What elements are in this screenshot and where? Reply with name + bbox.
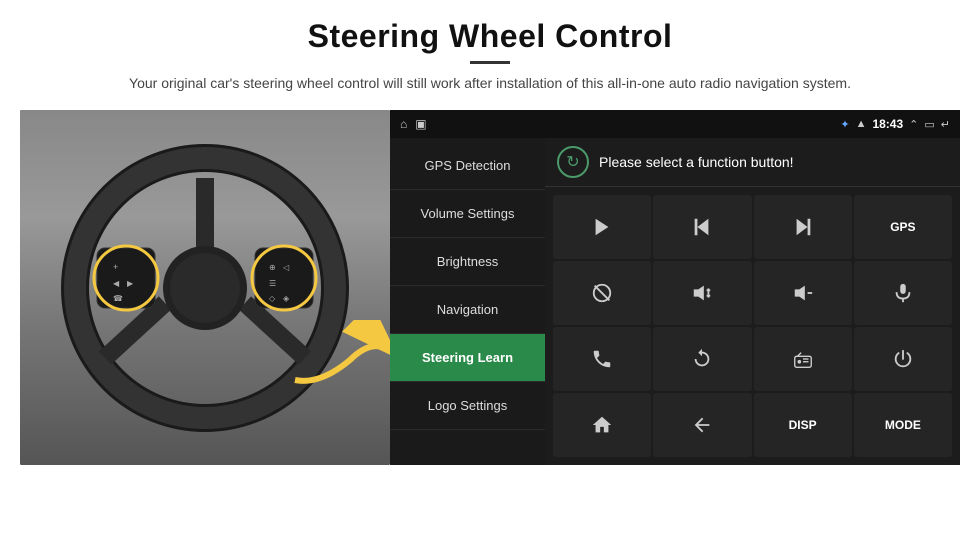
svg-text:☰: ☰ — [269, 279, 276, 288]
svg-text:◈: ◈ — [283, 294, 290, 303]
status-bar: ⌂ ▣ ✦ ▲ 18:43 ⌃ ▭ ↵ — [390, 110, 960, 138]
back-icon: ↵ — [941, 118, 950, 131]
svg-text:◁: ◁ — [283, 263, 290, 272]
rotate-button[interactable] — [653, 327, 751, 391]
screen-content: GPS DetectionVolume SettingsBrightnessNa… — [390, 138, 960, 465]
status-right: ✦ ▲ 18:43 ⌃ ▭ ↵ — [840, 117, 950, 131]
menu-item-steering-learn[interactable]: Steering Learn — [390, 334, 545, 382]
refresh-icon: ↻ — [557, 146, 589, 178]
title-divider — [470, 61, 510, 64]
mute-button[interactable] — [553, 261, 651, 325]
arrow-svg — [290, 320, 390, 400]
gps-button[interactable]: GPS — [854, 195, 952, 259]
function-header: ↻ Please select a function button! — [545, 138, 960, 187]
mode-button[interactable]: MODE — [854, 393, 952, 457]
home-button[interactable] — [553, 393, 651, 457]
mic-button[interactable] — [854, 261, 952, 325]
battery-icon: ▭ — [924, 118, 934, 131]
menu-item-navigation[interactable]: Navigation — [390, 286, 545, 334]
prev-button[interactable] — [653, 195, 751, 259]
svg-text:◀: ◀ — [113, 279, 120, 288]
main-image-area: + ◀ ▶ ☎ ⊕ ◁ ☰ ◇ ◈ — [20, 110, 960, 465]
arrow-container — [290, 320, 390, 405]
vol-up-button[interactable] — [653, 261, 751, 325]
status-time: 18:43 — [872, 117, 903, 131]
signal-icon: ▲ — [856, 118, 867, 130]
menu-item-logo-settings[interactable]: Logo Settings — [390, 382, 545, 430]
subtitle: Your original car's steering wheel contr… — [129, 72, 851, 94]
menu-item-volume-settings[interactable]: Volume Settings — [390, 190, 545, 238]
steering-wheel-bg: + ◀ ▶ ☎ ⊕ ◁ ☰ ◇ ◈ — [20, 110, 390, 465]
radio-button[interactable] — [754, 327, 852, 391]
page-title: Steering Wheel Control — [129, 18, 851, 55]
home-status-icon: ⌂ — [400, 117, 407, 131]
screen-panel: ⌂ ▣ ✦ ▲ 18:43 ⌃ ▭ ↵ GPS DetectionVolume … — [390, 110, 960, 465]
menu-item-brightness[interactable]: Brightness — [390, 238, 545, 286]
phone-button[interactable] — [553, 327, 651, 391]
image-status-icon: ▣ — [415, 117, 426, 131]
function-grid: GPS — [545, 187, 960, 465]
bluetooth-icon: ✦ — [840, 118, 849, 131]
next-button[interactable] — [754, 195, 852, 259]
play-button[interactable] — [553, 195, 651, 259]
power-button[interactable] — [854, 327, 952, 391]
svg-text:+: + — [113, 262, 118, 272]
status-left: ⌂ ▣ — [400, 117, 427, 131]
svg-text:⊕: ⊕ — [269, 263, 276, 272]
svg-text:◇: ◇ — [269, 294, 276, 303]
function-title: Please select a function button! — [599, 154, 794, 170]
page-wrapper: Steering Wheel Control Your original car… — [0, 0, 980, 559]
chevron-up-icon: ⌃ — [909, 118, 918, 131]
svg-text:☎: ☎ — [113, 294, 123, 303]
svg-text:▶: ▶ — [127, 279, 134, 288]
menu-item-gps-detection[interactable]: GPS Detection — [390, 142, 545, 190]
menu-panel: GPS DetectionVolume SettingsBrightnessNa… — [390, 138, 545, 465]
vol-down-button[interactable] — [754, 261, 852, 325]
steering-photo: + ◀ ▶ ☎ ⊕ ◁ ☰ ◇ ◈ — [20, 110, 390, 465]
disp-button[interactable]: DISP — [754, 393, 852, 457]
back-button[interactable] — [653, 393, 751, 457]
function-panel: ↻ Please select a function button! — [545, 138, 960, 465]
title-section: Steering Wheel Control Your original car… — [129, 18, 851, 104]
